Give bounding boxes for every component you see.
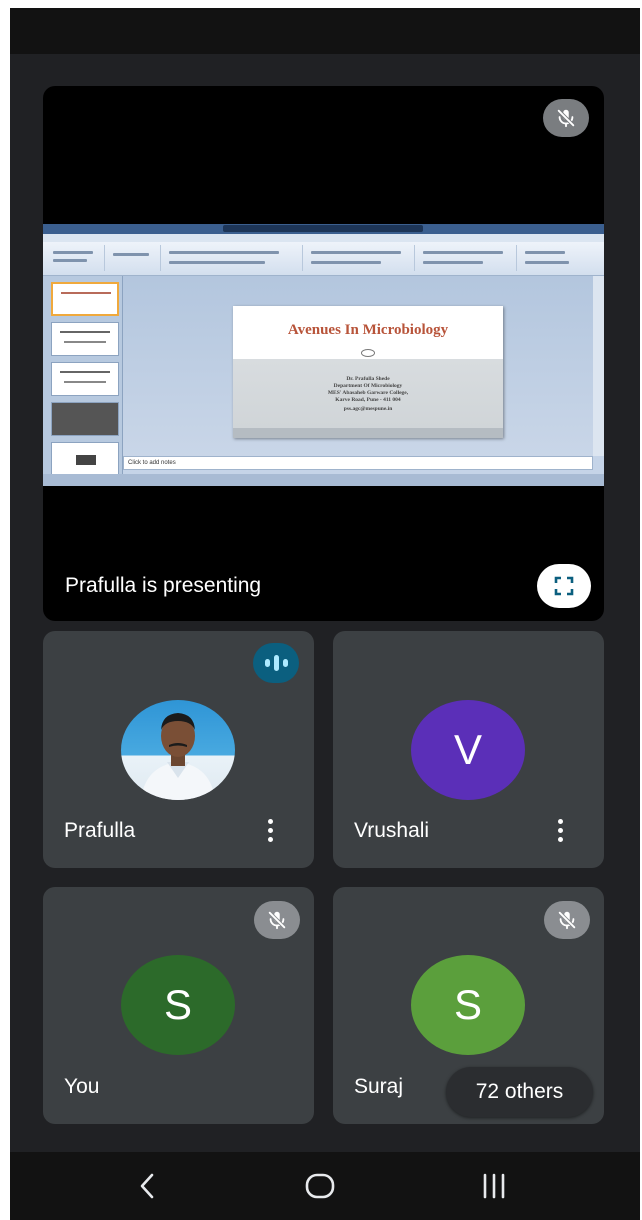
slide-editor: Avenues In Microbiology Dr. Prafulla She… [123, 276, 604, 456]
status-bar [10, 8, 640, 54]
slide-body: Dr. Prafulla Shede Department Of Microbi… [327, 376, 409, 412]
meet-call-screen: Avenues In Microbiology Dr. Prafulla She… [10, 8, 640, 1220]
presenting-label: Prafulla is presenting [65, 574, 262, 597]
participant-name: You [64, 1075, 100, 1098]
current-slide: Avenues In Microbiology Dr. Prafulla She… [233, 306, 503, 438]
presentation-tile[interactable]: Avenues In Microbiology Dr. Prafulla She… [43, 86, 604, 621]
participant-name: Prafulla [64, 819, 136, 842]
participant-name: Vrushali [354, 819, 430, 842]
participant-tile-you[interactable]: S You [43, 887, 314, 1124]
home-button[interactable] [290, 1162, 350, 1210]
avatar: S [411, 955, 525, 1055]
others-badge[interactable]: 72 others [446, 1067, 593, 1117]
recents-button[interactable] [464, 1162, 524, 1210]
more-vert-icon[interactable] [259, 812, 281, 848]
fullscreen-button[interactable] [537, 564, 591, 608]
mic-off-icon [254, 901, 300, 939]
avatar: S [121, 955, 235, 1055]
mic-off-icon [543, 99, 589, 137]
more-vert-icon[interactable] [549, 812, 571, 848]
ribbon-tabs [43, 234, 604, 242]
shared-screen[interactable]: Avenues In Microbiology Dr. Prafulla She… [43, 224, 604, 486]
mic-off-icon [544, 901, 590, 939]
notes-pane: Click to add notes [123, 456, 593, 470]
participant-name: Suraj [354, 1075, 404, 1098]
participant-tile-prafulla[interactable]: Prafulla [43, 631, 314, 868]
back-button[interactable] [117, 1162, 177, 1210]
recents-icon [483, 1173, 505, 1199]
slide-title: Avenues In Microbiology [287, 322, 449, 338]
avatar: V [411, 700, 525, 800]
back-icon [140, 1173, 154, 1199]
ribbon-toolbar [43, 242, 604, 276]
app-status-bar [43, 474, 604, 486]
fullscreen-icon [554, 576, 574, 596]
home-icon [305, 1173, 335, 1199]
scrollbar [593, 276, 604, 456]
participant-tile-vrushali[interactable]: V Vrushali [333, 631, 604, 868]
speaking-icon [253, 643, 299, 683]
navigation-bar [10, 1152, 640, 1220]
slide-thumbnails [43, 276, 123, 486]
avatar [121, 700, 235, 800]
